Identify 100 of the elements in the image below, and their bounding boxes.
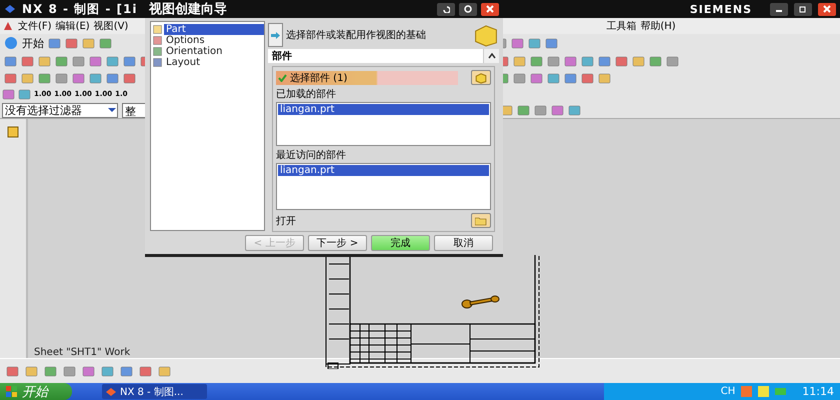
toolbar-icon[interactable]: [101, 364, 114, 378]
toolbar-icon[interactable]: [55, 54, 68, 68]
toolbar-icon[interactable]: [4, 72, 17, 84]
toolbar-icon[interactable]: [38, 54, 51, 68]
start-button[interactable]: 开始: [0, 383, 72, 400]
toolbar-icon[interactable]: [545, 36, 558, 50]
toolbar-icon[interactable]: [158, 364, 171, 378]
taskbar-button[interactable]: NX 8 - 制图...: [102, 384, 207, 399]
toolbar-icon[interactable]: [568, 104, 581, 116]
menu-item[interactable]: 视图(V): [94, 19, 128, 33]
app-logo-icon: [4, 4, 16, 14]
list-item[interactable]: liangan.prt: [278, 104, 489, 115]
toolbar-icon[interactable]: [120, 364, 133, 378]
toolbar-icon[interactable]: [530, 54, 543, 68]
hint-button[interactable]: [268, 23, 283, 47]
select-part-row[interactable]: 选择部件 (1): [276, 70, 458, 84]
selection-filter-dropdown[interactable]: 没有选择过滤器: [2, 102, 118, 118]
toolbar-icon[interactable]: [89, 72, 102, 84]
toolbar-icon[interactable]: [123, 54, 136, 68]
dialog-button[interactable]: 下一步 >: [308, 235, 367, 251]
section-title: 部件: [272, 50, 292, 63]
loaded-parts-label: 已加载的部件: [276, 88, 337, 101]
section-header[interactable]: 部件: [268, 49, 499, 63]
dialog-title: 视图创建向导: [149, 1, 228, 18]
toolbar-icon[interactable]: [99, 36, 112, 50]
toolbar-icon[interactable]: [615, 54, 628, 68]
list-item[interactable]: liangan.prt: [278, 164, 489, 176]
toolbar-icon[interactable]: [649, 54, 662, 68]
toolbar-icon[interactable]: [106, 54, 119, 68]
dialog-button[interactable]: 取消: [434, 235, 493, 251]
dropdown-arrow-icon[interactable]: [107, 105, 117, 115]
toolbar-icon[interactable]: [4, 54, 17, 68]
reset-button[interactable]: [459, 2, 477, 16]
tray-icon[interactable]: [758, 386, 770, 397]
toolbar-icon[interactable]: [48, 36, 61, 50]
toolbar-icon[interactable]: [513, 54, 526, 68]
toolbar-icon[interactable]: [55, 72, 68, 84]
step-item[interactable]: Layout: [164, 57, 202, 68]
open-button[interactable]: [471, 213, 491, 228]
toolbar-icon[interactable]: [6, 364, 19, 378]
close-button[interactable]: [481, 2, 499, 16]
toolbar-icon[interactable]: [106, 72, 119, 84]
collapse-button[interactable]: [483, 49, 499, 63]
toolbar-icon[interactable]: [82, 364, 95, 378]
menu-item[interactable]: 编辑(E): [56, 19, 90, 33]
restore-icon: [799, 5, 807, 13]
toolbar-icon[interactable]: [528, 36, 541, 50]
windows-logo-icon: [6, 386, 18, 398]
menu-item[interactable]: 文件(F): [18, 19, 52, 33]
toolbar-icon[interactable]: [564, 72, 577, 84]
undo-button[interactable]: [437, 2, 455, 16]
toolbar-icon[interactable]: [534, 104, 547, 116]
toolbar-icon[interactable]: [547, 72, 560, 84]
toolbar-icon[interactable]: [18, 88, 31, 100]
toolbar-icon[interactable]: [632, 54, 645, 68]
toolbar-icon[interactable]: [21, 72, 34, 84]
step-item[interactable]: Orientation: [164, 46, 224, 57]
toolbar-icon[interactable]: [25, 364, 38, 378]
toolbar-icon[interactable]: [65, 36, 78, 50]
menu-item[interactable]: 工具箱: [606, 19, 636, 33]
minimize-button[interactable]: [770, 2, 788, 16]
menu-item[interactable]: 帮助(H): [640, 19, 676, 33]
toolbar-icon[interactable]: [2, 88, 15, 100]
dialog-button[interactable]: 完成: [371, 235, 430, 251]
select-part-button[interactable]: [471, 70, 491, 85]
toolbar-icon[interactable]: [564, 54, 577, 68]
toolbar-icon[interactable]: [598, 54, 611, 68]
toolbar-icon[interactable]: [581, 72, 594, 84]
folder-icon: [475, 216, 487, 226]
toolbar-icon[interactable]: [72, 54, 85, 68]
toolbar-icon[interactable]: [666, 54, 679, 68]
toolbar-icon[interactable]: [513, 72, 526, 84]
toolbar-icon[interactable]: [517, 104, 530, 116]
toolbar-icon[interactable]: [38, 72, 51, 84]
restore-button[interactable]: [794, 2, 812, 16]
close-icon: [486, 5, 494, 13]
recent-parts-label: 最近访问的部件: [276, 148, 347, 162]
clock: 11:14: [802, 385, 834, 398]
toolbar-icon[interactable]: [63, 364, 76, 378]
toolbar-icon[interactable]: [21, 54, 34, 68]
toolbar-icon[interactable]: [89, 54, 102, 68]
toolbar-icon[interactable]: [547, 54, 560, 68]
toolbar-icon[interactable]: [530, 72, 543, 84]
toolbar-icon[interactable]: [72, 72, 85, 84]
toolbar-icon[interactable]: [551, 104, 564, 116]
toolbar-icon[interactable]: [511, 36, 524, 50]
step-item[interactable]: Options: [164, 35, 207, 46]
wrench-drawing: [461, 295, 501, 309]
close-icon: [823, 5, 831, 13]
step-item[interactable]: Part: [164, 24, 264, 35]
toolbar-icon[interactable]: [139, 364, 152, 378]
hint-text: 选择部件或装配用作视图的基础: [286, 28, 427, 42]
toolbar-icon[interactable]: [581, 54, 594, 68]
toolbar-icon[interactable]: [82, 36, 95, 50]
toolbar-icon[interactable]: [44, 364, 57, 378]
toolbar-icon[interactable]: [598, 72, 611, 84]
close-button[interactable]: [818, 2, 836, 16]
start-menu-button[interactable]: 开始: [22, 36, 44, 50]
open-label: 打开: [276, 214, 296, 228]
toolbar-icon[interactable]: [123, 72, 136, 84]
